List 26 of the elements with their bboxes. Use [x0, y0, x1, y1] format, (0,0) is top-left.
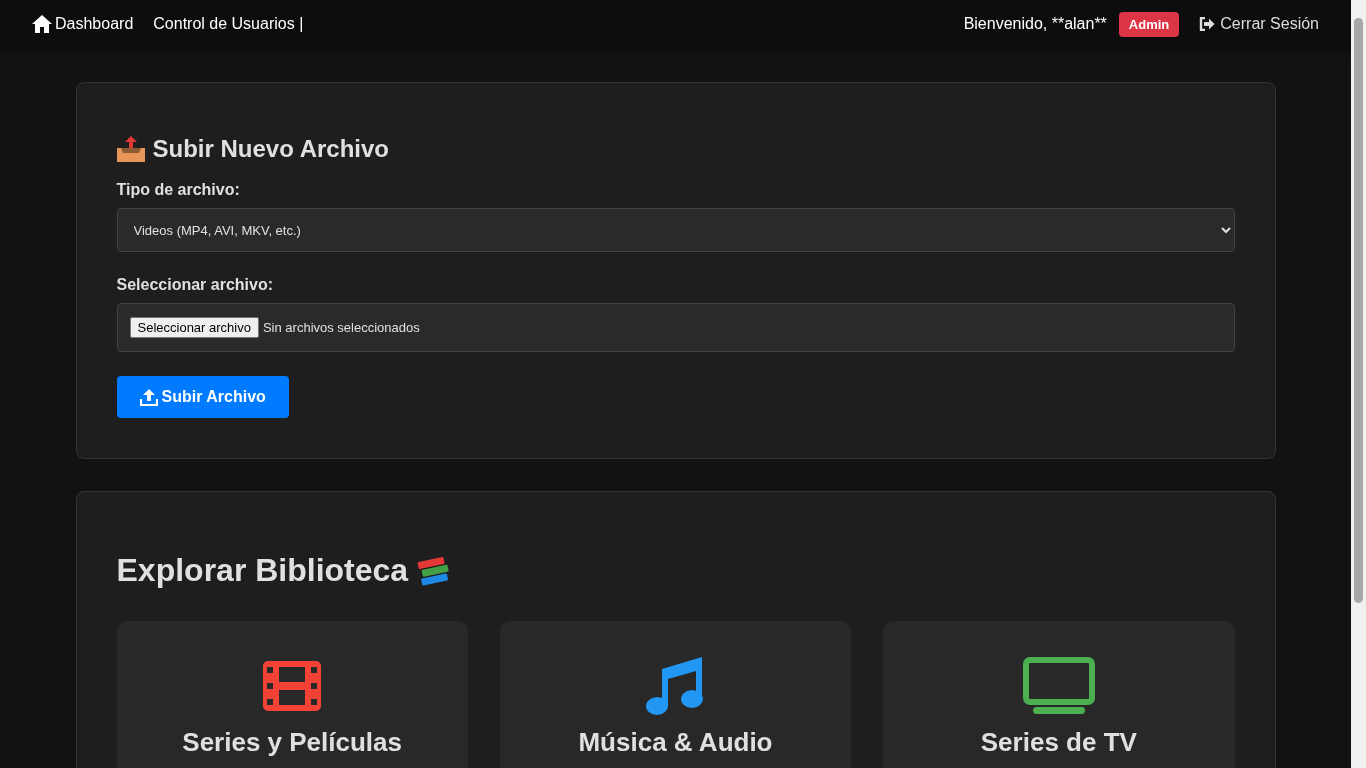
category-title: Música & Audio [578, 727, 773, 758]
logout-link[interactable]: Cerrar Sesión [1199, 15, 1319, 33]
inbox-tray-icon [116, 136, 145, 162]
select-field[interactable]: Videos (MP4, AVI, MKV, etc.) [116, 208, 1235, 252]
section-title: Explorar Biblioteca [116, 552, 409, 589]
upload-icon [139, 388, 158, 406]
scrollbar-thumb[interactable] [1354, 18, 1363, 603]
field-label: Seleccionar archivo: [116, 276, 274, 294]
nav-link[interactable]: Dashboard [32, 15, 134, 33]
logout-icon [1199, 17, 1216, 31]
role-badge: Admin [1118, 11, 1180, 37]
welcome-text: Bienvenido, **alan** [963, 15, 1107, 33]
home-icon [32, 15, 52, 33]
category-title: Series y Películas [182, 727, 402, 758]
nav-link[interactable]: Control de Usuarios | [153, 15, 304, 33]
choose-file-button[interactable]: Seleccionar archivo [129, 317, 259, 338]
panel-title: Subir Nuevo Archivo [152, 135, 389, 163]
file-status: Sin archivos seleccionados [262, 320, 420, 335]
category-card[interactable]: Series y Películas [116, 621, 468, 768]
field-label: Tipo de archivo: [116, 181, 241, 199]
file-input-field[interactable]: Seleccionar archivo Sin archivos seleccionados [116, 303, 1235, 352]
category-title: Series de TV [980, 727, 1137, 758]
category-card[interactable]: Música & Audio [499, 621, 852, 768]
category-card[interactable]: Series de TV [883, 621, 1235, 768]
scrollbar[interactable] [1351, 0, 1366, 768]
upload-button[interactable]: Subir Archivo [116, 376, 289, 418]
